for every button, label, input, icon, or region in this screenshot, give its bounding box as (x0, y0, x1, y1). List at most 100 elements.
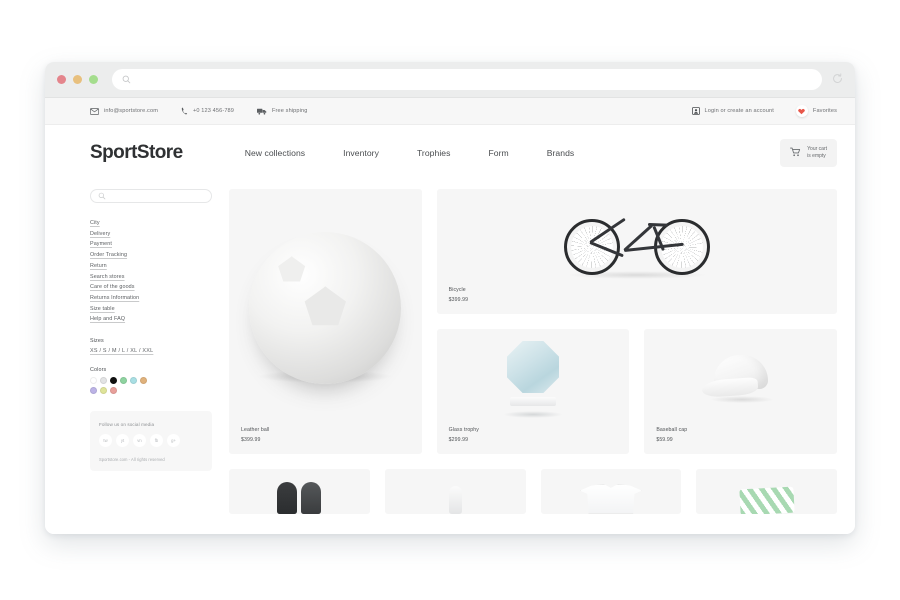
site-logo[interactable]: SportStore (90, 142, 183, 164)
product-info: Leather ball $399.99 (229, 427, 422, 454)
nav-item-inventory[interactable]: Inventory (324, 148, 398, 158)
facebook-icon[interactable]: fb (150, 434, 163, 448)
login-label: Login or create an account (704, 108, 774, 114)
cart-line-1: Your cart (807, 145, 827, 152)
vimeo-icon[interactable]: vn (133, 434, 146, 448)
trophy-base (509, 397, 556, 406)
sidebar-item-size-table[interactable]: Size table (90, 304, 212, 315)
maximize-window-button[interactable] (89, 75, 98, 84)
contact-email-label: info@sportstore.com (104, 108, 158, 114)
nav-item-form[interactable]: Form (469, 148, 527, 158)
bicycle-frame (588, 217, 686, 257)
nav-item-trophies[interactable]: Trophies (398, 148, 470, 158)
product-grid: Leather ball $399.99 Bicycle $399.99 Gla… (229, 189, 837, 534)
favorites-link[interactable]: Favorites (795, 105, 837, 117)
product-card-bicycle[interactable]: Bicycle $399.99 (436, 189, 837, 314)
site-header: SportStore New collections Inventory Tro… (45, 125, 855, 181)
contact-phone-label: +0 123 456-789 (192, 108, 235, 114)
sizes-title: Sizes (90, 338, 104, 345)
color-swatch[interactable] (130, 377, 137, 385)
product-name: Leather ball (241, 427, 270, 433)
color-swatch[interactable] (110, 377, 117, 385)
product-name: Baseball cap (656, 427, 688, 433)
product-image-leather-ball (229, 189, 422, 427)
page-content: City Delivery Payment Order Tracking Ret… (45, 181, 855, 534)
sidebar: City Delivery Payment Order Tracking Ret… (90, 189, 212, 534)
login-link[interactable]: Login or create an account (691, 107, 774, 115)
sidebar-item-return[interactable]: Return (90, 261, 212, 272)
product-card-striped-towel[interactable] (696, 469, 837, 514)
envelope-icon (90, 107, 99, 115)
sidebar-item-order-tracking[interactable]: Order Tracking (90, 250, 212, 261)
sidebar-item-payment[interactable]: Payment (90, 239, 212, 250)
sidebar-item-care-of-the-goods[interactable]: Care of the goods (90, 282, 212, 293)
googleplus-icon[interactable]: g+ (167, 434, 180, 448)
user-account-icon (691, 107, 700, 115)
cart-button[interactable]: Your cart is empty (780, 139, 837, 167)
color-swatch[interactable] (120, 377, 127, 385)
heart-icon (795, 105, 808, 117)
product-info: Bicycle $399.99 (437, 287, 837, 314)
trophy-shadow (502, 411, 563, 418)
colors-title: Colors (90, 367, 107, 374)
sidebar-item-search-stores[interactable]: Search stores (90, 272, 212, 283)
boxing-gloves-icon (229, 469, 370, 514)
sidebar-item-help-and-faq[interactable]: Help and FAQ (90, 314, 212, 325)
sidebar-item-city[interactable]: City (90, 218, 212, 229)
cap-brim (701, 377, 759, 398)
glass-trophy-icon (502, 341, 564, 418)
minimize-window-button[interactable] (73, 75, 82, 84)
baseball-cap-icon (701, 355, 780, 403)
free-shipping-note: Free shipping (257, 108, 307, 115)
product-card-t-shirt[interactable] (540, 469, 682, 514)
color-swatch[interactable] (100, 387, 107, 395)
utility-bar: info@sportstore.com +0 123 456-789 Free … (45, 98, 855, 125)
product-price: $59.99 (656, 437, 673, 443)
sidebar-search-input[interactable] (90, 189, 212, 203)
color-swatch[interactable] (90, 387, 97, 395)
browser-chrome-bar (45, 62, 855, 98)
sizes-value[interactable]: XS / S / M / L / XL / XXL (90, 348, 212, 354)
social-title: Follow us on social media (99, 422, 155, 428)
product-name: Glass trophy (448, 427, 479, 433)
color-swatch[interactable] (110, 387, 117, 395)
product-card-glass-trophy[interactable]: Glass trophy $299.99 (436, 329, 630, 454)
close-window-button[interactable] (57, 75, 66, 84)
browser-window: info@sportstore.com +0 123 456-789 Free … (45, 62, 855, 534)
product-price: $399.99 (241, 437, 261, 443)
color-swatch[interactable] (140, 377, 147, 385)
product-card-baseball-cap[interactable]: Baseball cap $59.99 (644, 329, 837, 454)
sidebar-item-returns-information[interactable]: Returns Information (90, 293, 212, 304)
product-name: Bicycle (448, 287, 466, 293)
color-swatches (90, 377, 152, 395)
sidebar-item-delivery[interactable]: Delivery (90, 229, 212, 240)
color-swatch[interactable] (100, 377, 107, 385)
sizes-facet: Sizes XS / S / M / L / XL / XXL (90, 338, 212, 354)
social-media-card: Follow us on social media tw yt vn fb g+… (90, 411, 212, 472)
trophy-crystal (506, 341, 559, 393)
contact-phone[interactable]: +0 123 456-789 (181, 107, 234, 115)
twitter-icon[interactable]: tw (99, 434, 112, 448)
product-info: Glass trophy $299.99 (437, 427, 630, 454)
colors-facet: Colors (90, 367, 212, 395)
nav-item-brands[interactable]: Brands (528, 148, 594, 158)
color-swatch[interactable] (90, 377, 97, 385)
t-shirt-icon (541, 469, 682, 514)
product-card-leather-ball[interactable]: Leather ball $399.99 (229, 189, 422, 454)
reload-icon[interactable] (832, 71, 843, 89)
sidebar-links: City Delivery Payment Order Tracking Ret… (90, 218, 212, 325)
nav-item-new-collections[interactable]: New collections (226, 148, 324, 158)
striped-towel-icon (696, 469, 837, 514)
bicycle-icon (562, 199, 712, 279)
free-shipping-label: Free shipping (272, 108, 308, 114)
cart-status: Your cart is empty (807, 146, 827, 161)
window-controls (57, 75, 98, 84)
product-row-partial (229, 469, 837, 514)
product-image-glass-trophy (437, 329, 630, 427)
product-image-bicycle (437, 189, 837, 287)
youtube-icon[interactable]: yt (116, 434, 129, 448)
contact-email[interactable]: info@sportstore.com (90, 107, 158, 115)
address-bar[interactable] (112, 69, 822, 90)
product-card-water-bottle[interactable] (384, 469, 526, 514)
product-card-boxing-gloves[interactable] (229, 469, 370, 514)
